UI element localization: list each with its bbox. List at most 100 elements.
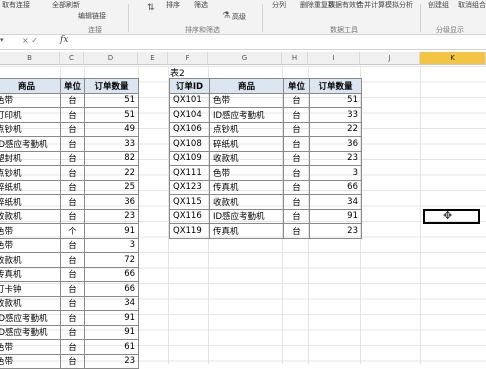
table-cell[interactable]: QX109 — [169, 150, 210, 166]
table-cell[interactable]: 台 — [283, 136, 310, 152]
table-cell[interactable]: 碎纸机 — [209, 136, 284, 152]
table-cell[interactable]: 台 — [283, 208, 310, 224]
ribbon-connect-label[interactable]: 取有连接 — [2, 0, 30, 10]
sort-icon[interactable]: ⇅ — [147, 3, 155, 13]
table-cell[interactable]: 台 — [283, 223, 310, 239]
table-cell[interactable]: 台 — [59, 165, 86, 181]
column-header-k[interactable]: K — [420, 52, 486, 65]
table-cell[interactable]: QX106 — [169, 121, 210, 137]
table-cell[interactable]: 打印机 — [0, 107, 61, 123]
table-cell[interactable]: 33 — [84, 136, 140, 152]
table-cell[interactable]: QX104 — [169, 107, 210, 123]
table-cell[interactable]: 66 — [84, 266, 140, 282]
table-cell[interactable]: 色带 — [0, 92, 61, 108]
table-cell[interactable]: 收款机 — [209, 150, 284, 166]
column-header-d[interactable]: D — [84, 52, 138, 65]
column-header-c[interactable]: C — [60, 52, 84, 65]
table-cell[interactable]: 个 — [59, 223, 86, 239]
table-cell[interactable]: ID感应考勤机 — [209, 208, 284, 224]
table-cell[interactable]: 82 — [84, 150, 140, 166]
column-header-h[interactable]: H — [282, 52, 308, 65]
table-cell[interactable]: 台 — [283, 194, 310, 210]
table-cell[interactable]: 台 — [59, 324, 86, 340]
table-cell[interactable]: 66 — [309, 179, 362, 195]
table-cell[interactable]: 36 — [309, 136, 362, 152]
table-cell[interactable]: 51 — [84, 107, 140, 123]
table-cell[interactable]: 台 — [59, 179, 86, 195]
table-cell[interactable]: 色带 — [209, 92, 284, 108]
table-cell[interactable]: ID感应考勤机 — [0, 310, 61, 326]
table-cell[interactable]: 91 — [84, 324, 140, 340]
table-cell[interactable]: 25 — [84, 179, 140, 195]
table-cell[interactable]: ID感应考勤机 — [0, 136, 61, 152]
table-cell[interactable]: QX116 — [169, 208, 210, 224]
table-cell[interactable]: 台 — [59, 107, 86, 123]
table-cell[interactable]: 收款机 — [0, 295, 61, 311]
table-cell[interactable]: ID感应考勤机 — [0, 324, 61, 340]
table-cell[interactable]: 台 — [59, 121, 86, 137]
ribbon-group-button[interactable]: 创建组 — [428, 0, 449, 10]
table-cell[interactable]: 塑封机 — [0, 150, 61, 166]
ribbon-edit-links-button[interactable]: 编辑链接 — [78, 11, 106, 21]
table-cell[interactable]: 打卡钟 — [0, 281, 61, 297]
table-cell[interactable]: 台 — [283, 92, 310, 108]
table-cell[interactable]: 传真机 — [209, 179, 284, 195]
table-cell[interactable]: 91 — [84, 310, 140, 326]
table-cell[interactable]: 23 — [309, 150, 362, 166]
table-cell[interactable]: 36 — [84, 194, 140, 210]
table-cell[interactable]: 3 — [84, 237, 140, 253]
table-cell[interactable]: QX101 — [169, 92, 210, 108]
table-cell[interactable]: 色带 — [0, 353, 61, 369]
table-cell[interactable]: 台 — [59, 310, 86, 326]
ribbon-sort-button[interactable]: 排序 — [166, 0, 180, 10]
table-cell[interactable]: 台 — [283, 165, 310, 181]
table-cell[interactable]: 传真机 — [209, 223, 284, 239]
table-cell[interactable]: 台 — [283, 107, 310, 123]
table-cell[interactable]: 台 — [59, 295, 86, 311]
table-cell[interactable]: 收款机 — [0, 208, 61, 224]
column-header-e[interactable]: E — [138, 52, 168, 65]
table-cell[interactable]: 点钞机 — [209, 121, 284, 137]
table-cell[interactable]: 3 — [309, 165, 362, 181]
table-cell[interactable]: 72 — [84, 252, 140, 268]
table-cell[interactable]: 台 — [59, 266, 86, 282]
ribbon-ungroup-button[interactable]: 取消组合 — [458, 0, 486, 10]
ribbon-text-to-columns-button[interactable]: 分列 — [272, 0, 286, 10]
table-cell[interactable]: 点钞机 — [0, 165, 61, 181]
formula-buttons[interactable]: × ✓ — [22, 36, 38, 45]
table-cell[interactable]: 收款机 — [0, 252, 61, 268]
table-cell[interactable]: 22 — [84, 165, 140, 181]
table-cell[interactable]: 51 — [84, 92, 140, 108]
table-cell[interactable]: QX123 — [169, 179, 210, 195]
column-header-b[interactable]: B — [0, 52, 60, 65]
table-cell[interactable]: 台 — [59, 208, 86, 224]
table-cell[interactable]: 台 — [59, 136, 86, 152]
table-cell[interactable]: 23 — [84, 208, 140, 224]
name-box[interactable]: ▾ — [0, 36, 20, 47]
table-cell[interactable]: 台 — [59, 237, 86, 253]
table-cell[interactable]: 34 — [309, 194, 362, 210]
table-cell[interactable]: 34 — [84, 295, 140, 311]
ribbon-advanced-button[interactable]: 高级 — [232, 12, 246, 22]
table-cell[interactable]: 色带 — [0, 339, 61, 355]
table-cell[interactable]: 色带 — [0, 237, 61, 253]
table-cell[interactable]: 台 — [59, 281, 86, 297]
table-cell[interactable]: 色带 — [209, 165, 284, 181]
table-cell[interactable]: 台 — [59, 353, 86, 369]
table-cell[interactable]: QX119 — [169, 223, 210, 239]
table-cell[interactable]: 台 — [59, 194, 86, 210]
table-cell[interactable]: 台 — [59, 92, 86, 108]
column-header-j[interactable]: J — [360, 52, 420, 65]
table-cell[interactable]: 点钞机 — [0, 121, 61, 137]
table-cell[interactable]: 91 — [84, 223, 140, 239]
ribbon-what-if-button[interactable]: 模拟分析 — [385, 0, 413, 10]
table-cell[interactable]: 色带 — [0, 223, 61, 239]
column-header-f[interactable]: F — [168, 52, 208, 65]
table-cell[interactable]: 台 — [283, 179, 310, 195]
table-cell[interactable]: 66 — [84, 281, 140, 297]
table-cell[interactable]: 91 — [309, 208, 362, 224]
ribbon-consolidate-button[interactable]: 合并计算 — [357, 0, 385, 10]
column-header-g[interactable]: G — [208, 52, 282, 65]
table-cell[interactable]: QX111 — [169, 165, 210, 181]
table-cell[interactable]: 碎纸机 — [0, 194, 61, 210]
